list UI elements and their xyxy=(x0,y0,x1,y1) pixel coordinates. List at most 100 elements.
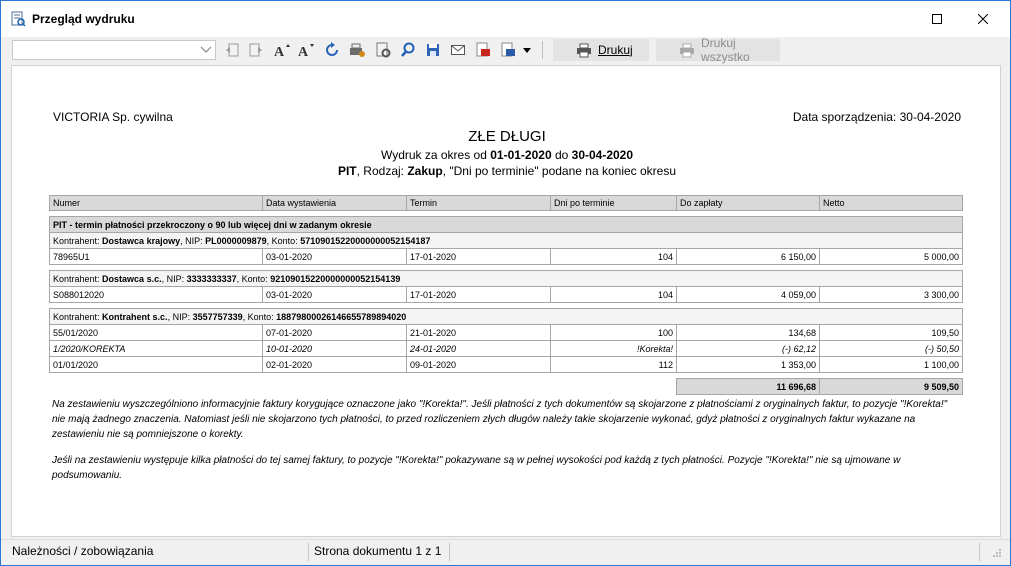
table-row: 55/01/2020 07-01-2020 21-01-2020 100 134,68 1… xyxy=(49,324,963,341)
table-cell: 03-01-2020 xyxy=(262,286,407,303)
status-page: Strona dokumentu 1 z 1 xyxy=(314,544,442,558)
table-cell: 78965U1 xyxy=(49,248,263,265)
contractor-row: Kontrahent: Dostawca krajowy, NIP: PL000… xyxy=(49,232,963,249)
print-all-button[interactable]: Drukuj wszystko xyxy=(656,36,780,64)
print-label: Drukuj xyxy=(598,43,633,57)
total-net: 9 509,50 xyxy=(819,378,963,395)
printer-icon xyxy=(577,43,591,58)
resize-grip-icon[interactable] xyxy=(992,548,1002,558)
print-preview-icon xyxy=(10,11,26,27)
search-icon[interactable] xyxy=(399,41,417,59)
document-viewer[interactable]: VICTORIA Sp. cywilna Data sporządzenia: … xyxy=(11,65,1001,537)
email-icon[interactable] xyxy=(449,41,467,59)
font-increase-icon[interactable]: A xyxy=(273,41,291,59)
table-cell: 1 100,00 xyxy=(819,356,963,373)
font-decrease-icon[interactable]: A xyxy=(297,41,315,59)
table-cell: 1/2020/KOREKTA xyxy=(49,340,263,357)
total-to-pay: 11 696,68 xyxy=(676,378,820,395)
table-cell: !Korekta! xyxy=(550,340,677,357)
table-cell: 6 150,00 xyxy=(676,248,820,265)
maximize-button[interactable] xyxy=(914,1,960,37)
table-cell: (-) 50,50 xyxy=(819,340,963,357)
close-button[interactable] xyxy=(960,1,1006,37)
contractor-row: Kontrahent: Dostawca s.c., NIP: 33333333… xyxy=(49,270,963,287)
table-cell: 17-01-2020 xyxy=(406,248,551,265)
report-page: VICTORIA Sp. cywilna Data sporządzenia: … xyxy=(12,66,1000,536)
group-row: PIT - termin płatności przekroczony o 90… xyxy=(49,216,963,233)
export-icon[interactable] xyxy=(223,41,241,59)
bad-debts-table: Numer Data wystawienia Termin Dni po termin… xyxy=(49,195,963,395)
print-button[interactable]: Drukuj xyxy=(553,39,649,61)
close-icon xyxy=(978,14,988,24)
table-cell: 3 300,00 xyxy=(819,286,963,303)
contractor-info: Kontrahent: Kontrahent s.c., NIP: 355775… xyxy=(49,308,963,325)
report-select[interactable] xyxy=(12,40,216,60)
table-cell: 112 xyxy=(550,356,677,373)
word-export-icon[interactable] xyxy=(499,41,517,59)
table-cell: 02-01-2020 xyxy=(262,356,407,373)
totals-row: 11 696,68 9 509,50 xyxy=(50,378,963,395)
print-preview-window: Przegląd wydruku A A Drukuj Drukuj wszys… xyxy=(0,0,1011,566)
svg-text:A: A xyxy=(274,45,285,58)
contractor-info: Kontrahent: Dostawca s.c., NIP: 33333333… xyxy=(49,270,963,287)
creation-date: Data sporządzenia: 30-04-2020 xyxy=(792,110,961,124)
table-row: 1/2020/KOREKTA 10-01-2020 24-01-2020 !Korek… xyxy=(49,340,963,357)
table-header: Numer Data wystawienia Termin Dni po termin… xyxy=(49,195,963,211)
table-cell: 5 000,00 xyxy=(819,248,963,265)
column-header: Termin xyxy=(406,195,551,211)
status-module: Należności / zobowiązania xyxy=(12,544,154,558)
page-settings-icon[interactable] xyxy=(374,41,392,59)
table-cell: 07-01-2020 xyxy=(262,324,407,341)
print-all-label: Drukuj wszystko xyxy=(701,36,750,64)
save-icon[interactable] xyxy=(424,41,442,59)
table-cell: 1 353,00 xyxy=(676,356,820,373)
table-cell: 10-01-2020 xyxy=(262,340,407,357)
status-bar: Należności / zobowiązania Strona dokumen… xyxy=(1,539,1010,565)
table-row: S088012020 03-01-2020 17-01-2020 104 4 059,0… xyxy=(49,286,963,303)
maximize-icon xyxy=(932,14,942,24)
printer-all-icon xyxy=(680,43,694,58)
column-header: Numer xyxy=(49,195,263,211)
table-cell: 55/01/2020 xyxy=(49,324,263,341)
report-title: ZŁE DŁUGI xyxy=(468,128,546,145)
export-page-icon[interactable] xyxy=(247,41,265,59)
table-cell: 4 059,00 xyxy=(676,286,820,303)
column-header: Netto xyxy=(819,195,963,211)
column-header: Do zapłaty xyxy=(676,195,820,211)
column-header: Data wystawienia xyxy=(262,195,407,211)
refresh-icon[interactable] xyxy=(323,41,341,59)
contractor-row: Kontrahent: Kontrahent s.c., NIP: 355775… xyxy=(49,308,963,325)
table-cell: 134,68 xyxy=(676,324,820,341)
table-cell: 17-01-2020 xyxy=(406,286,551,303)
table-cell: 03-01-2020 xyxy=(262,248,407,265)
table-cell: 01/01/2020 xyxy=(49,356,263,373)
table-cell: S088012020 xyxy=(49,286,263,303)
table-cell: (-) 62,12 xyxy=(676,340,820,357)
svg-text:A: A xyxy=(298,45,309,58)
chevron-down-icon xyxy=(200,46,212,53)
table-cell: 109,50 xyxy=(819,324,963,341)
group-title: PIT - termin płatności przekroczony o 90… xyxy=(49,216,963,233)
table-cell: 104 xyxy=(550,286,677,303)
table-row: 78965U1 03-01-2020 17-01-2020 104 6 150,00 5 … xyxy=(49,248,963,265)
window-title: Przegląd wydruku xyxy=(32,12,135,26)
table-cell: 09-01-2020 xyxy=(406,356,551,373)
table-cell: 21-01-2020 xyxy=(406,324,551,341)
table-cell: 24-01-2020 xyxy=(406,340,551,357)
table-cell: 104 xyxy=(550,248,677,265)
pdf-icon[interactable] xyxy=(474,41,492,59)
report-kind: PIT, Rodzaj: Zakup, "Dni po terminie" po… xyxy=(337,164,677,178)
table-cell: 100 xyxy=(550,324,677,341)
note-multiple-payments: Jeśli na zestawieniu występuje kilka pła… xyxy=(52,455,901,481)
table-row: 01/01/2020 02-01-2020 09-01-2020 112 1 353,0… xyxy=(49,356,963,373)
company-name: VICTORIA Sp. cywilna xyxy=(53,110,173,124)
note-corrections: Na zestawieniu wyszczególniono informacy… xyxy=(52,399,948,440)
toolbar-separator xyxy=(542,41,543,59)
toolbar: A A Drukuj Drukuj wszystko xyxy=(1,36,1010,64)
dropdown-icon[interactable] xyxy=(518,41,536,59)
contractor-info: Kontrahent: Dostawca krajowy, NIP: PL000… xyxy=(49,232,963,249)
title-bar: Przegląd wydruku xyxy=(1,1,1010,37)
column-header: Dni po terminie xyxy=(550,195,677,211)
settings-icon[interactable] xyxy=(348,41,366,59)
report-period: Wydruk za okres od 01-01-2020 do 30-04-2… xyxy=(380,148,634,162)
